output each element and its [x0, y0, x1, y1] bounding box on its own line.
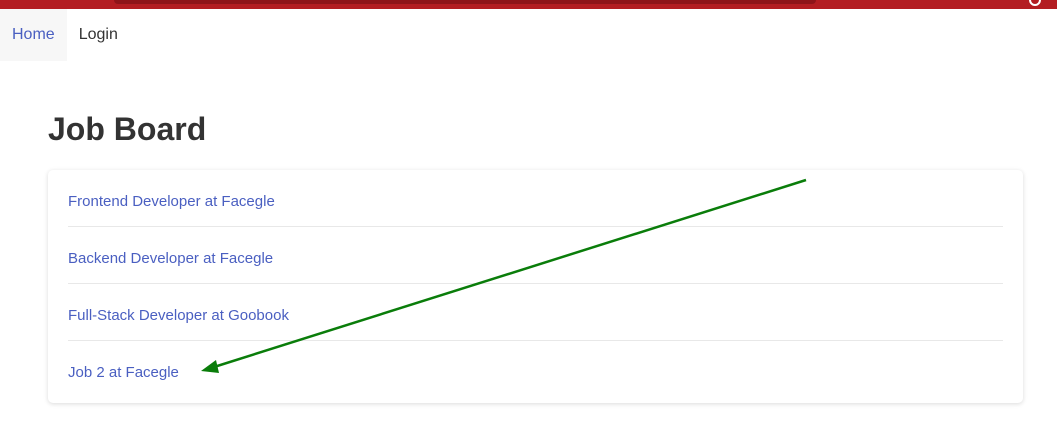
header-bar-inner: [114, 0, 816, 4]
list-item: Full-Stack Developer at Goobook: [68, 284, 1003, 341]
job-link-job2[interactable]: Job 2 at Facegle: [68, 358, 179, 381]
job-list-card: Frontend Developer at Facegle Backend De…: [48, 170, 1023, 403]
user-icon[interactable]: [1029, 0, 1041, 6]
job-link-fullstack[interactable]: Full-Stack Developer at Goobook: [68, 301, 289, 324]
list-item: Job 2 at Facegle: [68, 341, 1003, 398]
list-item: Frontend Developer at Facegle: [68, 170, 1003, 227]
job-list: Frontend Developer at Facegle Backend De…: [68, 170, 1003, 398]
top-header-bar: [0, 0, 1057, 9]
job-link-backend[interactable]: Backend Developer at Facegle: [68, 244, 273, 267]
main-nav: Home Login: [0, 9, 130, 61]
job-link-frontend[interactable]: Frontend Developer at Facegle: [68, 187, 275, 210]
nav-login-link[interactable]: Login: [67, 9, 130, 61]
nav-home-link[interactable]: Home: [0, 9, 67, 61]
page-title: Job Board: [48, 111, 207, 147]
list-item: Backend Developer at Facegle: [68, 227, 1003, 284]
